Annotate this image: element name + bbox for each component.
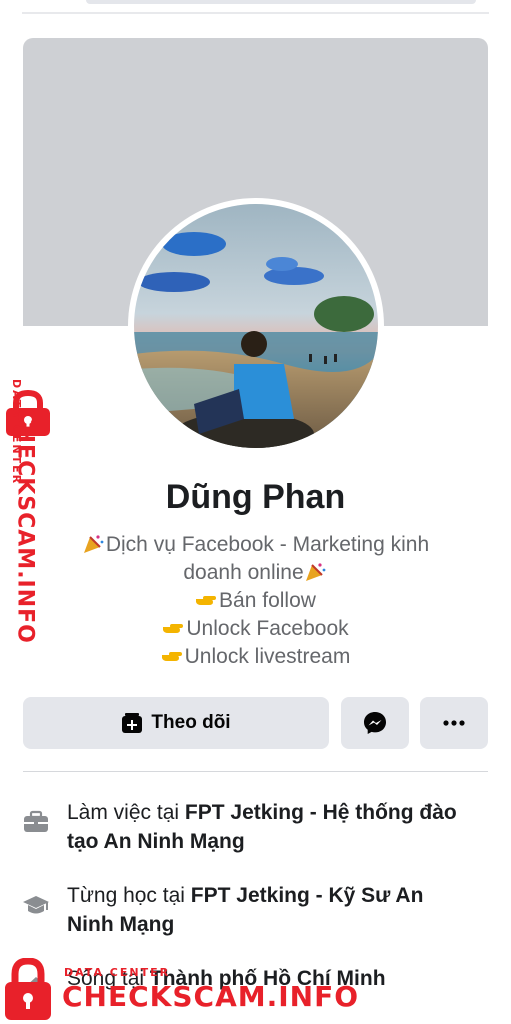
bio-line: Bán follow bbox=[40, 587, 471, 615]
pointing-hand-icon bbox=[163, 624, 184, 633]
search-bar-edge bbox=[86, 0, 476, 4]
graduation-cap-icon bbox=[23, 896, 49, 914]
bio-text: Unlock livestream bbox=[184, 645, 351, 668]
messenger-icon bbox=[364, 712, 386, 734]
bio-text: Bán follow bbox=[219, 589, 316, 612]
follow-button[interactable]: Theo dõi bbox=[23, 697, 329, 749]
intro-work-text: Làm việc tại FPT Jetking - Hệ thống đào … bbox=[67, 801, 457, 853]
follow-label: Theo dõi bbox=[151, 712, 231, 733]
profile-picture[interactable] bbox=[134, 204, 378, 448]
bio-text: doanh online bbox=[183, 561, 304, 584]
follow-icon bbox=[122, 713, 143, 733]
intro-work: Làm việc tại FPT Jetking - Hệ thống đào … bbox=[22, 798, 472, 858]
profile-name: Dũng Phan bbox=[165, 478, 346, 516]
more-button[interactable] bbox=[420, 697, 488, 749]
bio-text: Dịch vụ Facebook - Marketing kinh bbox=[105, 533, 430, 556]
more-dots-icon bbox=[443, 720, 465, 726]
watermark-side: DATA CENTER CHECKSCAM.INFO bbox=[0, 379, 60, 644]
intro-education-text: Từng học tại FPT Jetking - Kỹ Sư An Ninh… bbox=[67, 884, 424, 936]
bio-line: doanh online bbox=[40, 559, 471, 587]
bio-line: Dịch vụ Facebook - Marketing kinh bbox=[40, 531, 471, 559]
bio-line: Unlock Facebook bbox=[40, 615, 471, 643]
watermark-brand: CHECKSCAM.INFO bbox=[62, 980, 360, 1013]
bio-text: Unlock Facebook bbox=[186, 617, 349, 640]
profile-picture-frame[interactable] bbox=[128, 198, 384, 454]
profile-actions: Theo dõi bbox=[23, 697, 488, 749]
lock-icon bbox=[5, 958, 51, 1020]
bio-line: Unlock livestream bbox=[40, 643, 471, 671]
top-divider bbox=[22, 12, 489, 14]
watermark-side-brand: CHECKSCAM.INFO bbox=[12, 407, 38, 644]
pointing-hand-icon bbox=[196, 596, 217, 605]
party-popper-icon bbox=[305, 563, 326, 581]
watermark-bottom: DATA CENTER CHECKSCAM.INFO bbox=[0, 958, 358, 1024]
section-divider bbox=[23, 771, 488, 772]
watermark-data-center: DATA CENTER bbox=[64, 966, 171, 979]
pointing-hand-icon bbox=[161, 652, 182, 661]
profile-bio: Dịch vụ Facebook - Marketing kinh doanh … bbox=[40, 531, 471, 671]
message-button[interactable] bbox=[341, 697, 409, 749]
intro-education: Từng học tại FPT Jetking - Kỹ Sư An Ninh… bbox=[22, 881, 472, 941]
briefcase-icon bbox=[24, 810, 48, 832]
party-popper-icon bbox=[83, 535, 104, 553]
